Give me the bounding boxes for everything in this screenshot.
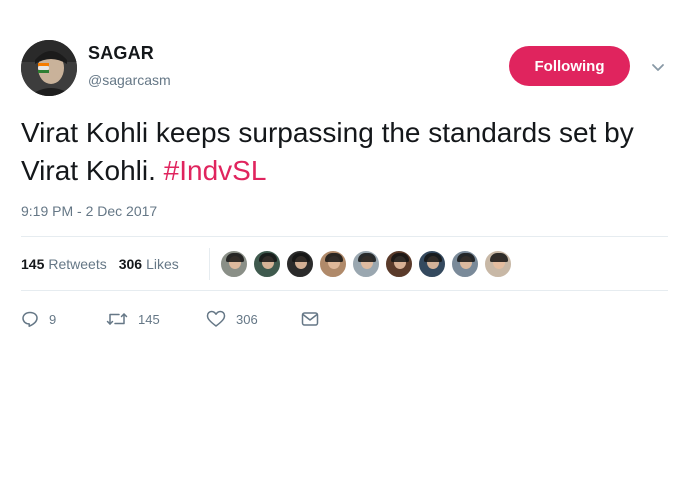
likes-count: 306 [118,256,143,272]
tweet-actions: 9 145 306 [21,308,319,330]
liker-avatar-hair [259,253,277,262]
reply-button[interactable]: 9 [21,310,106,328]
liker-avatar[interactable] [253,250,281,278]
retweets-stat[interactable]: 145 Retweets [21,256,107,272]
liker-avatar[interactable] [385,250,413,278]
reply-count: 9 [49,311,57,327]
liker-avatar-hair [490,253,508,262]
liker-avatar-hair [358,253,376,262]
liker-avatar-hair [325,253,343,262]
liker-avatar[interactable] [484,250,512,278]
retweet-count: 145 [138,311,160,327]
stats-separator [209,248,210,280]
liker-avatars [220,250,517,278]
liker-avatar[interactable] [220,250,248,278]
retweet-icon [106,310,128,328]
user-handle[interactable]: @sagarcasm [88,72,171,88]
tweet-stats: 145 Retweets 306 Likes [21,256,191,272]
direct-message-button[interactable] [301,311,319,327]
likes-stat[interactable]: 306 Likes [119,256,179,272]
liker-avatar-hair [457,253,475,262]
retweets-label: Retweets [48,256,107,272]
liker-avatar[interactable] [286,250,314,278]
avatar[interactable] [21,40,77,96]
liker-avatar[interactable] [352,250,380,278]
reply-icon [21,310,39,328]
like-count: 306 [236,311,258,327]
like-button[interactable]: 306 [206,310,301,328]
liker-avatar-hair [424,253,442,262]
retweets-count: 145 [21,256,45,272]
liker-avatar[interactable] [418,250,446,278]
divider [21,290,668,291]
tweet-card: SAGAR @sagarcasm Following Virat Kohli k… [0,0,680,480]
liker-avatar[interactable] [451,250,479,278]
heart-icon [206,310,226,328]
liker-avatar[interactable] [319,250,347,278]
divider [21,236,668,237]
liker-avatar-hair [391,253,409,262]
tweet-text: Virat Kohli keeps surpassing the standar… [21,114,671,190]
tweet-body: Virat Kohli keeps surpassing the standar… [21,117,634,186]
tweet-timestamp[interactable]: 9:19 PM - 2 Dec 2017 [21,203,157,219]
retweet-button[interactable]: 145 [106,310,206,328]
avatar-image [21,40,77,96]
liker-avatar-hair [226,253,244,262]
hashtag-link[interactable]: #IndvSL [164,155,267,186]
envelope-icon [301,311,319,327]
likes-label: Likes [146,256,179,272]
chevron-down-icon[interactable] [651,60,665,74]
display-name[interactable]: SAGAR [88,43,154,64]
following-button[interactable]: Following [509,46,630,86]
liker-avatar-hair [292,253,310,262]
